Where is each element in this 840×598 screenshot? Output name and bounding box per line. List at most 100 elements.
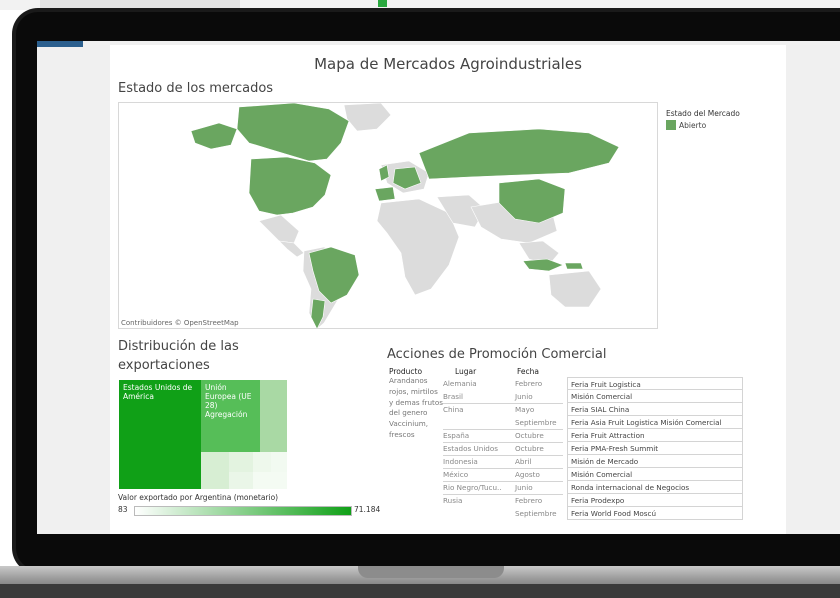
fecha-cell: Abril xyxy=(515,457,532,466)
left-tab-indicator xyxy=(37,41,83,47)
accion-cell: Feria Fruit Attraction xyxy=(567,429,743,442)
color-legend-max: 71.184 xyxy=(354,505,381,514)
group-divider xyxy=(443,494,563,495)
group-divider xyxy=(443,455,563,456)
accion-cell: Misión de Mercado xyxy=(567,455,743,468)
map-legend-swatch xyxy=(666,120,676,130)
table-row[interactable]: Alemania Febrero Feria Fruit Logistica xyxy=(443,377,743,390)
country-central-america xyxy=(278,240,305,258)
map-attribution: Contribuidores © OpenStreetMap xyxy=(121,319,239,327)
country-indonesia xyxy=(522,258,564,272)
treemap-cell[interactable] xyxy=(271,452,287,472)
lugar-cell: Indonesia xyxy=(443,457,478,466)
producto-cell: Arandanos rojos, mirtilos y demas frutos… xyxy=(389,376,443,439)
table-row[interactable]: Estados Unidos Octubre Feria PMA-Fresh Sum… xyxy=(443,442,743,455)
exports-treemap[interactable]: Estados Unidos de América Unión Europea … xyxy=(119,380,287,489)
browser-green-indicator xyxy=(378,0,387,7)
header-lugar: Lugar xyxy=(455,367,477,376)
map-legend: Estado del Mercado Abierto xyxy=(666,109,786,130)
color-legend-row: 83 71.184 xyxy=(118,505,381,517)
accion-cell: Feria World Food Moscú xyxy=(567,507,743,520)
fecha-cell: Febrero xyxy=(515,379,543,388)
lugar-cell: Alemania xyxy=(443,379,477,388)
group-divider xyxy=(443,442,563,443)
dashboard-sheet: Mapa de Mercados Agroindustriales Estado… xyxy=(110,45,786,534)
distribution-section-title-2: exportaciones xyxy=(118,358,210,373)
fecha-cell: Septiembre xyxy=(515,509,557,518)
country-canada xyxy=(236,103,350,162)
map-legend-item[interactable]: Abierto xyxy=(666,120,786,130)
promo-table: Producto Lugar Fecha Arandanos rojos, mi… xyxy=(387,367,743,527)
laptop-screen: Mapa de Mercados Agroindustriales Estado… xyxy=(37,41,840,534)
accion-cell: Feria SIAL China xyxy=(567,403,743,416)
treemap-cell[interactable] xyxy=(229,472,253,489)
country-spain xyxy=(374,186,396,202)
laptop-notch xyxy=(358,566,504,578)
lugar-cell: México xyxy=(443,470,469,479)
table-row[interactable]: Rusia Febrero Feria Prodexpo xyxy=(443,494,743,507)
laptop-base-shadow xyxy=(0,584,840,598)
map-legend-label: Abierto xyxy=(679,120,707,130)
country-russia xyxy=(418,128,620,180)
table-row[interactable]: Brasil Junio Misión Comercial xyxy=(443,390,743,403)
table-row[interactable]: Rio Negro/Tucu.. Junio Ronda internacional… xyxy=(443,481,743,494)
treemap-usa[interactable]: Estados Unidos de América xyxy=(119,380,201,489)
treemap-cell[interactable] xyxy=(253,452,271,472)
lugar-cell: China xyxy=(443,405,464,414)
distribution-section-title-1: Distribución de las xyxy=(118,339,239,354)
header-producto: Producto xyxy=(389,367,423,376)
color-legend: Valor exportado por Argentina (monetario… xyxy=(118,493,381,517)
color-legend-title: Valor exportado por Argentina (monetario… xyxy=(118,493,279,502)
stage: Mapa de Mercados Agroindustriales Estado… xyxy=(0,0,840,598)
map-section-title: Estado de los mercados xyxy=(118,81,274,96)
promo-section-title: Acciones de Promoción Comercial xyxy=(387,347,607,362)
country-mexico xyxy=(258,214,300,244)
accion-cell: Feria Asia Fruit Logistica Misión Comerc… xyxy=(567,416,743,429)
accion-cell: Feria Fruit Logistica xyxy=(567,377,743,390)
table-row[interactable]: Septiembre Feria Asia Fruit Logistica Mis… xyxy=(443,416,743,429)
treemap-cell[interactable] xyxy=(229,452,253,472)
world-map-svg[interactable] xyxy=(119,103,658,329)
fecha-cell: Octubre xyxy=(515,444,544,453)
world-map[interactable]: Contribuidores © OpenStreetMap xyxy=(118,102,658,329)
fecha-cell: Octubre xyxy=(515,431,544,440)
table-row[interactable]: México Agosto Misión Comercial xyxy=(443,468,743,481)
country-indonesia-east xyxy=(564,262,584,270)
group-divider xyxy=(443,468,563,469)
lugar-cell: Brasil xyxy=(443,392,464,401)
country-africa xyxy=(376,198,460,296)
color-legend-min: 83 xyxy=(118,505,128,514)
group-divider xyxy=(443,481,563,482)
lugar-cell: Rusia xyxy=(443,496,463,505)
table-row[interactable]: China Mayo Feria SIAL China xyxy=(443,403,743,416)
fecha-cell: Febrero xyxy=(515,496,543,505)
treemap-ue[interactable]: Unión Europea (UE 28) Agregación xyxy=(201,380,260,452)
fecha-cell: Agosto xyxy=(515,470,540,479)
table-row[interactable]: Septiembre Feria World Food Moscú xyxy=(443,507,743,520)
treemap-cell[interactable] xyxy=(201,452,229,489)
accion-cell: Feria Prodexpo xyxy=(567,494,743,507)
fecha-cell: Septiembre xyxy=(515,418,557,427)
table-row[interactable]: España Octubre Feria Fruit Attraction xyxy=(443,429,743,442)
country-argentina xyxy=(310,298,326,328)
table-row[interactable]: Indonesia Abril Misión de Mercado xyxy=(443,455,743,468)
map-legend-title: Estado del Mercado xyxy=(666,109,740,118)
lugar-cell: Rio Negro/Tucu.. xyxy=(443,483,502,492)
color-legend-gradient xyxy=(134,506,352,516)
fecha-cell: Mayo xyxy=(515,405,535,414)
fecha-cell: Junio xyxy=(515,392,533,401)
treemap-cell[interactable] xyxy=(253,472,287,489)
lugar-cell: Estados Unidos xyxy=(443,444,499,453)
country-greenland xyxy=(343,103,392,132)
accion-cell: Misión Comercial xyxy=(567,468,743,481)
group-divider xyxy=(443,429,563,430)
country-usa xyxy=(248,156,332,216)
accion-cell: Ronda internacional de Negocios xyxy=(567,481,743,494)
country-alaska xyxy=(190,122,238,150)
fecha-cell: Junio xyxy=(515,483,533,492)
header-fecha: Fecha xyxy=(517,367,539,376)
accion-cell: Misión Comercial xyxy=(567,390,743,403)
dashboard-title: Mapa de Mercados Agroindustriales xyxy=(314,55,582,73)
group-divider xyxy=(443,403,563,404)
treemap-cell[interactable] xyxy=(260,380,287,452)
